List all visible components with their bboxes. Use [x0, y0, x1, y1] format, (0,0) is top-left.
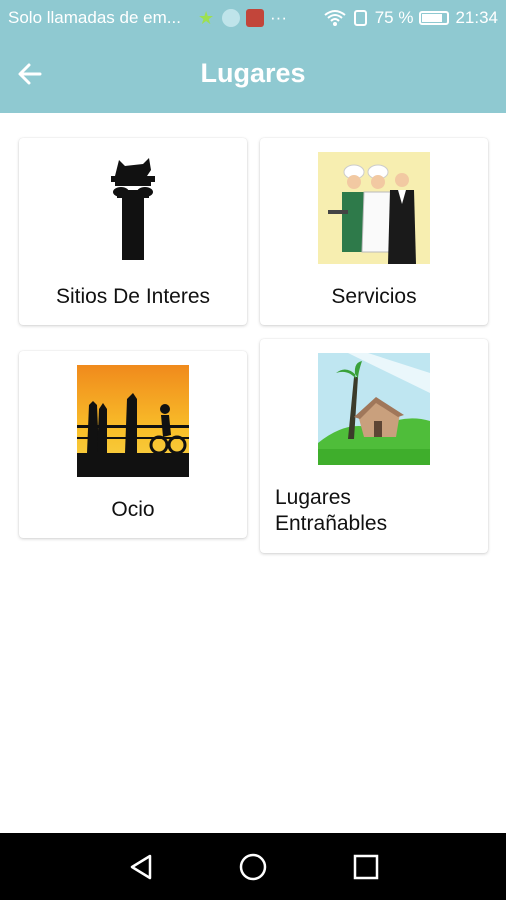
card-label: Sitios De Interes [55, 285, 211, 308]
card-lugares-entranables[interactable]: Lugares Entrañables [260, 339, 488, 553]
notification-icons: ★ ··· [198, 8, 287, 28]
star-app-icon: ★ [198, 8, 215, 28]
status-carrier-text: Solo llamadas de em... [8, 8, 181, 27]
card-label: Ocio [111, 498, 155, 521]
sim-icon [353, 10, 367, 26]
clock: 21:34 [455, 8, 498, 27]
app-bar: Lugares [0, 36, 506, 113]
card-label: Servicios [331, 285, 417, 308]
battery-icon [419, 11, 450, 25]
red-app-icon [246, 9, 264, 27]
drop-app-icon [222, 9, 240, 27]
navigation-bar [0, 833, 506, 900]
card-servicios[interactable]: Servicios [260, 138, 488, 325]
card-sitios-de-interes[interactable]: Sitios De Interes [19, 138, 247, 325]
status-right: 75 % 21:34 [323, 8, 498, 28]
chefs-waiter-icon [318, 152, 430, 264]
card-ocio[interactable]: Ocio [19, 351, 247, 538]
nav-back-button[interactable] [126, 851, 158, 883]
wifi-icon [324, 10, 346, 26]
nav-home-button[interactable] [237, 851, 269, 883]
page-title: Lugares [200, 58, 306, 88]
roman-column-icon [111, 158, 155, 260]
battery-percent: 75 % [374, 8, 414, 27]
card-label: Lugares Entrañables [275, 486, 388, 535]
more-notifications-icon: ··· [270, 8, 287, 27]
nav-recents-button[interactable] [350, 851, 382, 883]
sunset-silhouettes-icon [77, 365, 189, 477]
hut-palm-icon [318, 353, 430, 465]
status-bar: Solo llamadas de em... ★ ··· 75 % 21:34 [0, 0, 506, 36]
